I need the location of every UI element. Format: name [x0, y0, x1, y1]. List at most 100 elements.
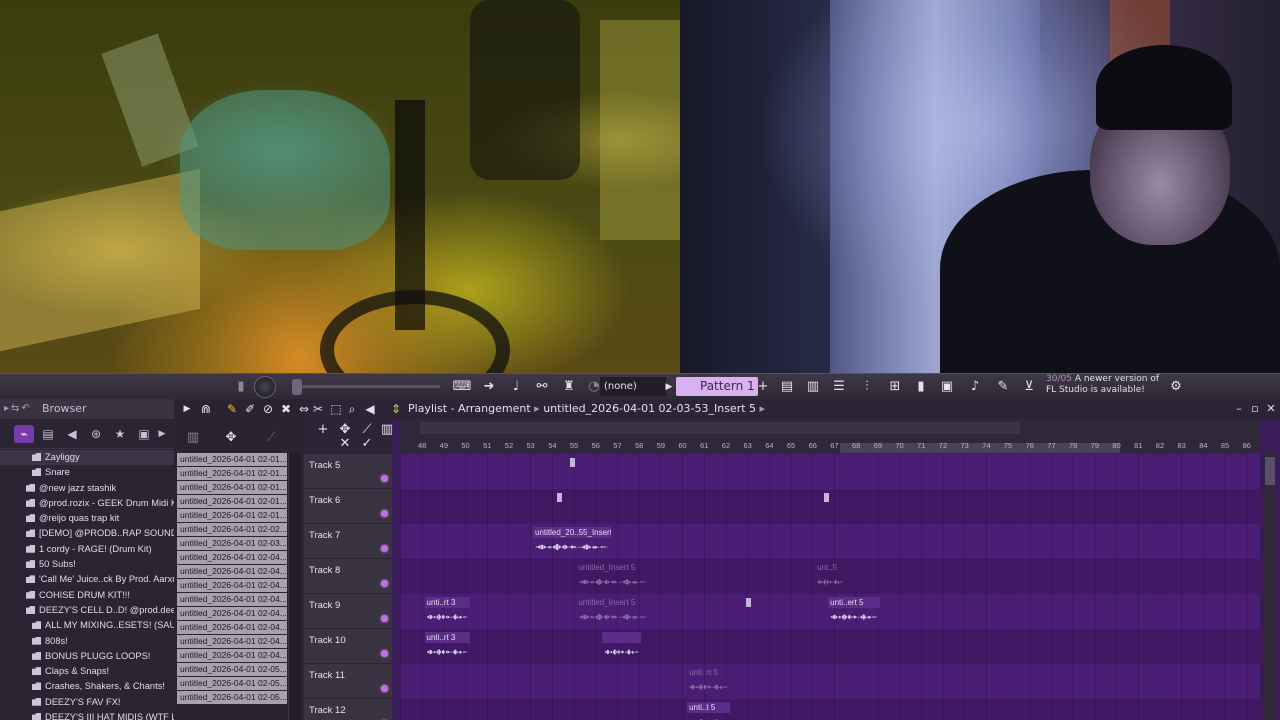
curve-icon[interactable]: ♩	[507, 378, 525, 396]
browser-item[interactable]: 'Call Me' Juice..ck By Prod. Aarxn	[0, 572, 174, 587]
browser-files-tab-icon[interactable]: ▤	[38, 425, 58, 443]
browser-item[interactable]: Snare	[0, 465, 174, 480]
touch-keyboard-icon[interactable]: ♪	[966, 378, 984, 396]
browser-item[interactable]: @prod.rozix - GEEK Drum Midi Kit	[0, 496, 174, 511]
track-enable-led[interactable]	[381, 685, 388, 692]
playlist-row[interactable]	[400, 454, 1260, 489]
playlist-arrows-icon[interactable]: ⇕	[388, 400, 404, 418]
mute-icon[interactable]: ▥	[184, 429, 202, 447]
track-header[interactable]: Track 9	[304, 594, 392, 629]
pattern-item[interactable]: untitled_2026-04-01 02-04...	[177, 649, 287, 662]
arrow-right-icon[interactable]: ➜	[480, 378, 498, 396]
pattern-item[interactable]: untitled_2026-04-01 02-03...	[177, 537, 287, 550]
track-header[interactable]: Track 7	[304, 524, 392, 559]
zoom-tool-icon[interactable]: ⌕	[344, 400, 360, 418]
playlist-row[interactable]	[400, 524, 1260, 559]
browser-item[interactable]: Claps & Snaps!	[0, 664, 174, 679]
select-tool-icon[interactable]: ⬚	[328, 400, 344, 418]
metronome-icon[interactable]: ♜	[560, 378, 578, 396]
browser-item[interactable]: [DEMO] @PRODB..RAP SOUND KIT	[0, 526, 174, 541]
add-pattern-button[interactable]: +	[754, 378, 772, 396]
link-icon[interactable]: ⚯	[533, 378, 551, 396]
pattern-item[interactable]: untitled_2026-04-01 02-04...	[177, 551, 287, 564]
channel-rack-icon[interactable]: ☰	[830, 378, 848, 396]
mute-tool-icon[interactable]: ✖	[278, 400, 294, 418]
browser-item[interactable]: 808s!	[0, 634, 174, 649]
pattern-item[interactable]: untitled_2026-04-01 02-01...	[177, 453, 287, 466]
pattern-item[interactable]: untitled_2026-04-01 02-02...	[177, 523, 287, 536]
browser-packs-tab-icon[interactable]: ▣	[134, 425, 154, 443]
playlist-row[interactable]	[400, 699, 1260, 720]
audio-clip[interactable]: unti..rt 5	[687, 667, 730, 697]
pattern-item[interactable]: untitled_2026-04-01 02-04...	[177, 621, 287, 634]
playlist-row[interactable]	[400, 664, 1260, 699]
browser-all-tab-icon[interactable]: ⌁	[14, 425, 34, 443]
playback-tool-icon[interactable]: ◀	[362, 400, 378, 418]
playlist-grid[interactable]: 48 49 50 51 52 53 54 55 56 57 58 59 60 61 62 63 64 65 66 67…	[400, 419, 1260, 720]
audio-clip[interactable]: unti..ert 5	[828, 597, 881, 627]
close-button[interactable]: ✕	[1264, 401, 1278, 417]
browser-item[interactable]: Crashes, Shakers, & Chants!	[0, 679, 174, 694]
browser-tabs-next-icon[interactable]: ▶	[152, 425, 172, 443]
note-marker[interactable]	[823, 493, 829, 502]
master-volume-knob[interactable]	[254, 376, 276, 398]
browser-item[interactable]: ALL MY MIXING..ESETS! (SAUCE)	[0, 618, 174, 633]
minimize-button[interactable]: –	[1232, 401, 1246, 417]
news-panel[interactable]: 30/05 A newer version of FL Studio is av…	[1046, 374, 1164, 396]
pattern-item[interactable]: untitled_2026-04-01 02-04...	[177, 635, 287, 648]
track-enable-led[interactable]	[381, 545, 388, 552]
note-marker[interactable]	[569, 458, 575, 467]
track-enable-led[interactable]	[381, 650, 388, 657]
browser-toggle-icon[interactable]: ▣	[938, 378, 956, 396]
browser-header-icons[interactable]: ▸⇆↶	[4, 399, 32, 419]
pattern-item[interactable]: untitled_2026-04-01 02-05...	[177, 677, 287, 690]
browser-item[interactable]: COHISE DRUM KIT!!!	[0, 588, 174, 603]
track-header[interactable]: Track 12	[304, 699, 392, 720]
typing-keyboard-icon[interactable]: ⌨	[452, 378, 472, 396]
plugin-picker-icon[interactable]: ⊞	[886, 378, 904, 396]
add-track-icon[interactable]: +	[314, 421, 332, 439]
audio-clip[interactable]: untitled_Insert 5	[576, 562, 650, 592]
waveform-tool-icon[interactable]: ✥	[222, 429, 240, 447]
browser-plugins-tab-icon[interactable]: ⊛	[86, 425, 106, 443]
track-header[interactable]: Track 6	[304, 489, 392, 524]
maximize-button[interactable]: ▫	[1248, 401, 1262, 417]
pattern-scrollbar[interactable]	[288, 452, 301, 720]
track-enable-led[interactable]	[381, 615, 388, 622]
playlist-row[interactable]	[400, 489, 1260, 524]
pattern-item[interactable]: untitled_2026-04-01 02-04...	[177, 579, 287, 592]
pattern-item[interactable]: untitled_2026-04-01 02-04...	[177, 607, 287, 620]
pattern-item[interactable]: untitled_2026-04-01 02-01...	[177, 481, 287, 494]
track-enable-led[interactable]	[381, 475, 388, 482]
pattern-item[interactable]: untitled_2026-04-01 02-05...	[177, 663, 287, 676]
audio-clip[interactable]: unti..rt 3	[424, 597, 471, 627]
browser-audio-tab-icon[interactable]: ◀	[62, 425, 82, 443]
vertical-scroll-thumb[interactable]	[1265, 457, 1275, 485]
none-select[interactable]: (none)	[600, 377, 666, 396]
browser-item[interactable]: @reijo quas trap kit	[0, 511, 174, 526]
pattern-item[interactable]: untitled_2026-04-01 02-05...	[177, 691, 287, 704]
shop-cart-icon[interactable]: ⊻	[1020, 378, 1038, 396]
pattern-item[interactable]: untitled_2026-04-01 02-01...	[177, 467, 287, 480]
master-pitch-slider[interactable]	[300, 385, 440, 388]
delete-tool-icon[interactable]: ⊘	[260, 400, 276, 418]
track-header[interactable]: Track 10	[304, 629, 392, 664]
browser-item[interactable]: BONUS PLUGG LOOPS!	[0, 649, 174, 664]
timeline-ruler[interactable]: 48 49 50 51 52 53 54 55 56 57 58 59 60 61 62 63 64 65 66 67…	[400, 419, 1260, 454]
track-enable-led[interactable]	[381, 510, 388, 517]
playlist-menu-arrow-icon[interactable]: ▶	[179, 400, 195, 418]
grid-icon[interactable]: ▥	[378, 421, 396, 439]
note-marker[interactable]	[745, 598, 751, 607]
playlist-icon[interactable]: ▤	[778, 378, 796, 396]
pattern-item[interactable]: untitled_2026-04-01 02-01...	[177, 509, 287, 522]
settings-gear-icon[interactable]: ⚙	[1167, 378, 1185, 396]
track-header[interactable]: Track 5	[304, 454, 392, 489]
browser-item[interactable]: Zayliggy	[0, 450, 174, 466]
audio-clip[interactable]: untitled_20..55_Insert 3	[533, 527, 612, 557]
piano-roll-icon[interactable]: ▥	[804, 378, 822, 396]
master-pitch-slider-thumb[interactable]	[292, 379, 302, 395]
audio-clip[interactable]: untitled_Insert 5	[576, 597, 650, 627]
browser-item[interactable]: 50 Subs!	[0, 557, 174, 572]
edit-tool-icon[interactable]: ⟋	[262, 429, 280, 447]
paint-tool-icon[interactable]: ✐	[242, 400, 258, 418]
